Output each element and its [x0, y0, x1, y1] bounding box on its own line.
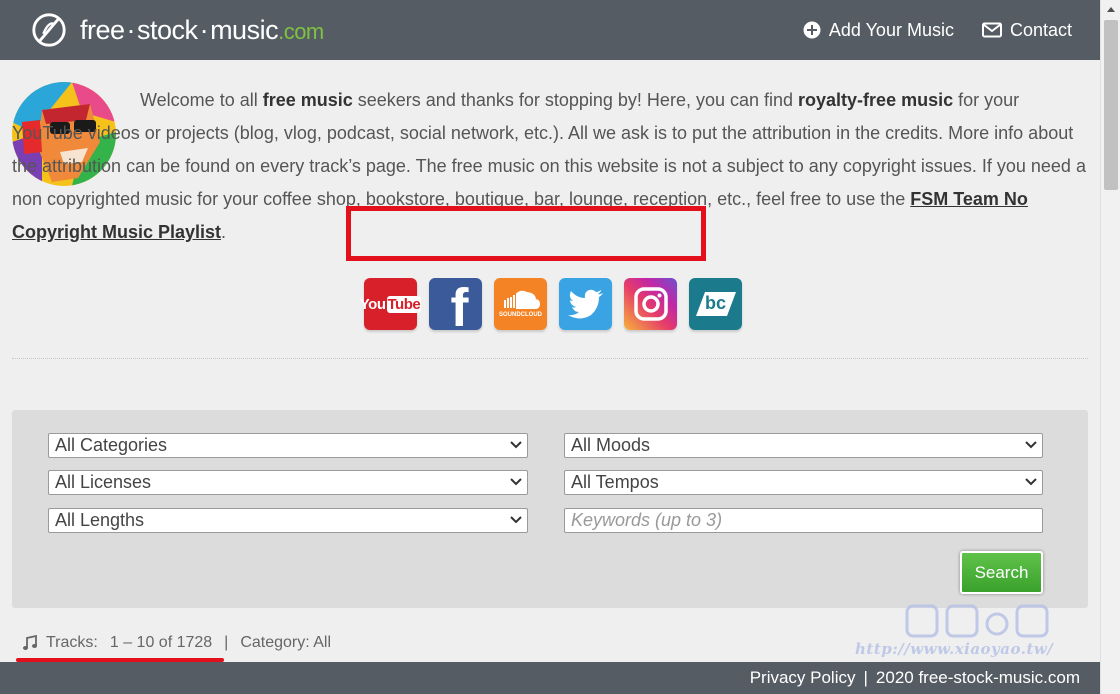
select-value: All Lengths [55, 510, 145, 530]
chevron-down-icon [1025, 478, 1037, 486]
page-scrollbar[interactable] [1100, 0, 1120, 694]
facebook-icon[interactable]: f [429, 278, 482, 330]
instagram-icon[interactable] [624, 278, 677, 330]
logo-dot: · [126, 14, 136, 45]
youtube-text: You [359, 295, 386, 313]
logo-part: music [210, 14, 279, 45]
site-footer: Privacy Policy | 2020 free-stock-music.com [0, 662, 1100, 694]
footer-copyright: 2020 free-stock-music.com [875, 668, 1080, 687]
site-logo[interactable]: free·stock·music.com [30, 10, 324, 50]
category-select[interactable]: All Categories [48, 433, 528, 458]
intro-bold-free-music: free music [262, 90, 353, 110]
intro-text: Welcome to all free music seekers and th… [12, 84, 1092, 249]
tempo-select[interactable]: All Tempos [564, 470, 1043, 495]
privacy-policy-link[interactable]: Privacy Policy [750, 668, 856, 687]
section-divider [12, 358, 1088, 359]
logo-part: stock [137, 14, 198, 45]
soundcloud-icon[interactable]: SOUNDCLOUD [494, 278, 547, 330]
envelope-icon [981, 22, 1002, 38]
logo-mark-icon [32, 13, 66, 47]
cloud-icon [503, 290, 540, 309]
scroll-up-arrow-icon[interactable] [1101, 0, 1120, 18]
search-button[interactable]: Search [960, 551, 1043, 594]
logo-tld: .com [278, 18, 324, 44]
logo-part: free [80, 14, 125, 45]
footer-text: Privacy Policy | 2020 free-stock-music.com [750, 668, 1080, 688]
watermark: http://www.xiaoyao.tw/ [855, 602, 1065, 660]
chevron-down-icon [510, 516, 522, 524]
keywords-input[interactable] [564, 508, 1043, 533]
tracks-separator: | [224, 634, 229, 651]
tracks-summary: Tracks: 1 – 10 of 1728 | Category: All [22, 634, 331, 652]
music-note-icon [23, 635, 37, 650]
bird-icon [567, 289, 603, 319]
soundcloud-text: SOUNDCLOUD [499, 312, 542, 318]
bandcamp-text: bc [704, 292, 726, 313]
chevron-down-icon [510, 478, 522, 486]
youtube-text: Tube [386, 295, 422, 313]
nav-add-your-music[interactable]: Add Your Music [803, 20, 954, 41]
tracks-category: Category: All [240, 634, 332, 651]
logo-dot: · [199, 14, 209, 45]
intro-segment: seekers and thanks for stopping by! Here… [352, 90, 799, 110]
watermark-url: http://www.xiaoyao.tw/ [855, 640, 1054, 658]
camera-icon [633, 287, 668, 321]
scroll-thumb[interactable] [1104, 20, 1118, 190]
social-links: You Tube f SOUNDCLOUD bc [360, 278, 742, 330]
site-header: free·stock·music.com Add Your Music Cont… [0, 0, 1100, 60]
main-nav: Add Your Music Contact [803, 0, 1072, 60]
mood-select[interactable]: All Moods [564, 433, 1043, 458]
tracks-range: 1 – 10 of 1728 [109, 634, 213, 651]
intro-bold-royalty-free: royalty-free music [798, 90, 954, 110]
select-value: All Categories [55, 435, 168, 455]
nav-contact[interactable]: Contact [981, 19, 1072, 41]
intro-segment: . [221, 222, 227, 242]
nav-label: Contact [1009, 19, 1072, 40]
bandcamp-icon[interactable]: bc [689, 278, 742, 330]
chevron-down-icon [1025, 441, 1037, 449]
chevron-down-icon [510, 441, 522, 449]
plus-circle-icon [803, 21, 821, 39]
nav-label: Add Your Music [828, 19, 954, 40]
twitter-icon[interactable] [559, 278, 612, 330]
intro-segment: Welcome to all [140, 90, 263, 110]
footer-separator: | [863, 668, 868, 687]
select-value: All Moods [571, 435, 651, 455]
license-select[interactable]: All Licenses [48, 470, 528, 495]
length-select[interactable]: All Lengths [48, 508, 528, 533]
youtube-icon[interactable]: You Tube [360, 278, 422, 330]
select-value: All Tempos [571, 472, 659, 492]
logo-text: free·stock·music.com [80, 15, 324, 46]
tracks-label: Tracks: [46, 634, 98, 651]
facebook-letter: f [450, 278, 469, 330]
select-value: All Licenses [55, 472, 152, 492]
